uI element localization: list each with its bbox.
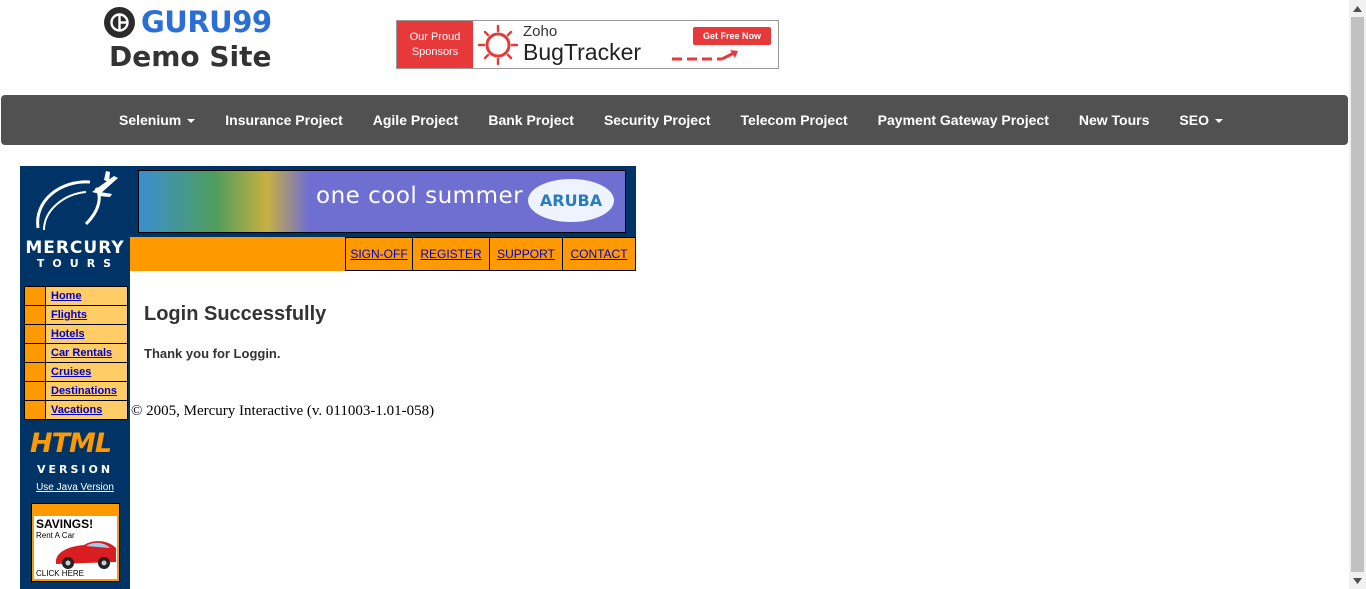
nav-new-tours[interactable]: New Tours (1064, 95, 1165, 145)
car-icon (56, 541, 116, 569)
menu-link-cruises[interactable]: Cruises (51, 366, 91, 378)
menu-link-hotels[interactable]: Hotels (51, 328, 85, 340)
sponsor-cta-button[interactable]: Get Free Now (693, 27, 771, 45)
menu-item-cruises: Cruises (25, 363, 127, 382)
bug-sun-icon (473, 21, 523, 68)
mercury-side-menu: Home Flights Hotels Car Rentals Cruises … (24, 286, 128, 420)
mercury-title: MERCURY TOURS (20, 238, 130, 270)
sign-off-link[interactable]: SIGN-OFF (345, 237, 412, 271)
menu-item-home: Home (25, 287, 127, 306)
menu-link-home[interactable]: Home (51, 290, 82, 302)
sponsor-product-name: BugTracker (523, 39, 642, 65)
arrow-icon (672, 50, 738, 61)
nav-seo[interactable]: SEO (1164, 95, 1238, 145)
mercury-title-line1: MERCURY (25, 238, 125, 258)
sponsor-tag-line2: Sponsors (411, 45, 459, 58)
nav-payment-gateway-project[interactable]: Payment Gateway Project (863, 95, 1064, 145)
savings-cta: CLICK HERE (36, 569, 85, 578)
scroll-down-icon[interactable] (1349, 572, 1366, 589)
sponsor-vendor: Zoho (523, 23, 558, 40)
html-version-big: HTML (30, 428, 112, 459)
html-version-small: VERSION (36, 463, 114, 476)
menu-link-vacations[interactable]: Vacations (51, 404, 102, 416)
scrollbar-thumb[interactable] (1351, 17, 1364, 572)
aruba-ad-banner[interactable]: one cool summer ARUBA (138, 170, 626, 233)
nav-security-project[interactable]: Security Project (589, 95, 726, 145)
top-links: SIGN-OFF REGISTER SUPPORT CONTACT (345, 237, 636, 271)
aruba-logo: ARUBA (528, 179, 614, 222)
login-success-message: Thank you for Loggin. (144, 346, 281, 361)
sponsor-product: Zoho BugTracker (523, 24, 641, 68)
main-navbar: Selenium Insurance Project Agile Project… (1, 95, 1348, 145)
caret-down-icon (1214, 119, 1223, 124)
html-version-badge: HTML VERSION (20, 428, 130, 480)
banner-photo (139, 171, 309, 232)
menu-item-destinations: Destinations (25, 382, 127, 401)
mercury-sidebar: MERCURY TOURS Home Flights Hotels Car Re… (20, 166, 130, 589)
logo-brand: GURU99 (141, 5, 272, 39)
caret-down-icon (187, 119, 196, 124)
menu-link-flights[interactable]: Flights (51, 309, 87, 321)
menu-item-car-rentals: Car Rentals (25, 344, 127, 363)
nav-selenium[interactable]: Selenium (104, 95, 210, 145)
banner-text: one cool summer (316, 183, 524, 209)
guru99-logo-icon (104, 6, 135, 38)
vertical-scrollbar[interactable] (1349, 0, 1366, 589)
savings-ad-image: SAVINGS! Rent A Car CLICK HERE (34, 516, 117, 579)
nav-insurance-project[interactable]: Insurance Project (210, 95, 358, 145)
mercury-banner: one cool summer ARUBA (130, 166, 636, 237)
sponsor-tag-line1: Our Proud (409, 30, 461, 43)
nav-bank-project[interactable]: Bank Project (473, 95, 589, 145)
savings-ad[interactable]: SAVINGS! Rent A Car CLICK HERE (31, 503, 120, 582)
login-success-title: Login Successfully (144, 303, 327, 325)
sponsor-tag: Our Proud Sponsors (397, 21, 473, 68)
mercury-top-links-bar: SIGN-OFF REGISTER SUPPORT CONTACT (130, 237, 636, 271)
logo-subtitle: Demo Site (109, 40, 272, 73)
sponsor-banner[interactable]: Our Proud Sponsors Zoho BugTracker Get F… (396, 20, 779, 69)
menu-item-vacations: Vacations (25, 401, 127, 419)
menu-link-car-rentals[interactable]: Car Rentals (51, 347, 112, 359)
menu-item-hotels: Hotels (25, 325, 127, 344)
savings-title: SAVINGS! (36, 517, 94, 531)
nav-telecom-project[interactable]: Telecom Project (726, 95, 863, 145)
guru99-logo[interactable]: GURU99 Demo Site (104, 2, 279, 82)
register-link[interactable]: REGISTER (412, 237, 489, 271)
copyright-footer: © 2005, Mercury Interactive (v. 011003-1… (131, 403, 435, 419)
scroll-up-icon[interactable] (1349, 0, 1366, 17)
use-java-version-link[interactable]: Use Java Version (20, 482, 130, 493)
contact-link[interactable]: CONTACT (562, 237, 636, 271)
nav-agile-project[interactable]: Agile Project (358, 95, 474, 145)
mercury-title-line2: TOURS (36, 257, 120, 270)
menu-item-flights: Flights (25, 306, 127, 325)
support-link[interactable]: SUPPORT (489, 237, 562, 271)
menu-link-destinations[interactable]: Destinations (51, 385, 117, 397)
